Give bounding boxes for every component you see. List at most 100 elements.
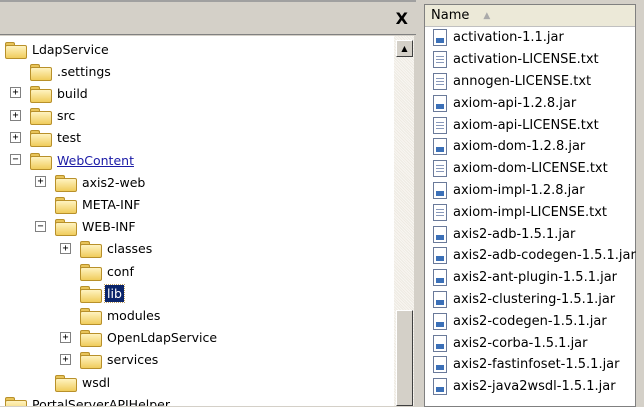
tree-item[interactable]: conf <box>80 260 136 282</box>
tree-item[interactable]: + build <box>10 82 90 104</box>
folder-icon <box>55 174 77 192</box>
expand-icon[interactable]: + <box>60 242 71 254</box>
tree-item-label: classes <box>107 241 153 257</box>
file-name: axiom-api-LICENSE.txt <box>453 117 599 133</box>
file-name: axis2-ant-plugin-1.5.1.jar <box>453 270 618 286</box>
file-name: axis2-adb-codegen-1.5.1.jar <box>453 248 636 264</box>
tree-item[interactable]: wsdl <box>55 371 112 393</box>
jar-file-icon <box>433 378 447 396</box>
close-button[interactable]: X <box>396 9 408 28</box>
file-name: activation-LICENSE.txt <box>453 52 599 68</box>
panel-titlebar: X <box>0 5 416 35</box>
tree-item-label: WEB-INF <box>82 219 136 235</box>
file-item[interactable]: axis2-corba-1.5.1.jar <box>425 332 635 354</box>
text-file-icon <box>433 51 447 69</box>
jar-file-icon <box>433 269 447 287</box>
tree-item[interactable]: modules <box>80 304 162 326</box>
expand-icon[interactable]: + <box>35 176 46 188</box>
file-name: axiom-dom-1.2.8.jar <box>453 139 586 155</box>
vertical-scrollbar[interactable]: ▲ <box>394 36 414 406</box>
tree-item-label: WebContent <box>57 152 134 168</box>
tree-item[interactable]: + src <box>10 105 77 127</box>
tree-item[interactable]: LdapService <box>5 38 111 60</box>
folder-icon <box>80 352 102 370</box>
tree-item[interactable]: .settings <box>30 60 113 82</box>
jar-file-icon <box>433 94 447 112</box>
file-name: annogen-LICENSE.txt <box>453 73 592 89</box>
tree-item[interactable]: META-INF <box>55 193 142 215</box>
file-list-panel: Name ▲ activation-1.1.jar activation-LICE… <box>424 4 636 407</box>
tree-item-label: PortalServerAPIHelper <box>32 396 171 406</box>
jar-file-icon <box>433 138 447 156</box>
tree-item[interactable]: PortalServerAPIHelper <box>5 393 172 406</box>
file-item[interactable]: activation-LICENSE.txt <box>425 49 635 71</box>
file-item[interactable]: axiom-api-LICENSE.txt <box>425 114 635 136</box>
file-item[interactable]: axis2-fastinfoset-1.5.1.jar <box>425 354 635 376</box>
tree-item-label: wsdl <box>82 374 111 390</box>
file-item[interactable]: axis2-ant-plugin-1.5.1.jar <box>425 267 635 289</box>
tree-item[interactable]: lib <box>80 282 125 304</box>
folder-icon <box>55 219 77 237</box>
tree-item-label: services <box>107 352 159 368</box>
jar-file-icon <box>433 334 447 352</box>
tree-item[interactable]: + axis2-web <box>35 171 147 193</box>
tree-item[interactable]: + classes <box>60 238 154 260</box>
scroll-up-button[interactable]: ▲ <box>396 40 413 57</box>
file-list: activation-1.1.jar activation-LICENSE.txt… <box>425 27 636 398</box>
column-header-name[interactable]: Name ▲ <box>425 5 635 27</box>
expand-icon[interactable]: + <box>60 331 71 343</box>
folder-icon <box>80 307 102 325</box>
file-name: axis2-corba-1.5.1.jar <box>453 335 588 351</box>
file-item[interactable]: axiom-dom-LICENSE.txt <box>425 158 635 180</box>
tree-item[interactable]: − WebContent <box>10 149 136 171</box>
jar-file-icon <box>433 225 447 243</box>
column-header-label: Name <box>431 8 470 23</box>
text-file-icon <box>433 72 447 90</box>
expand-icon[interactable]: + <box>10 109 21 121</box>
tree-item-label: modules <box>107 307 161 323</box>
folder-icon <box>80 285 102 303</box>
file-item[interactable]: annogen-LICENSE.txt <box>425 71 635 93</box>
collapse-icon[interactable]: − <box>35 220 46 232</box>
sort-ascending-icon: ▲ <box>483 10 491 21</box>
folder-icon <box>80 330 102 348</box>
tree-item[interactable]: − WEB-INF <box>35 216 138 238</box>
file-item[interactable]: axis2-clustering-1.5.1.jar <box>425 289 635 311</box>
file-name: axis2-clustering-1.5.1.jar <box>453 291 616 307</box>
file-item[interactable]: axis2-adb-codegen-1.5.1.jar <box>425 245 636 267</box>
file-item[interactable]: activation-1.1.jar <box>425 27 635 49</box>
collapse-icon[interactable]: − <box>10 154 21 165</box>
file-item[interactable]: axis2-adb-1.5.1.jar <box>425 223 635 245</box>
folder-icon <box>5 396 27 406</box>
expand-icon[interactable]: + <box>60 353 71 365</box>
tree-item-label: OpenLdapService <box>107 330 218 346</box>
file-name: axis2-fastinfoset-1.5.1.jar <box>453 357 620 373</box>
expand-icon[interactable]: + <box>10 131 21 143</box>
jar-file-icon <box>433 290 447 308</box>
file-name: axis2-java2wsdl-1.5.1.jar <box>453 379 616 395</box>
folder-icon <box>30 130 52 148</box>
file-item[interactable]: axiom-dom-1.2.8.jar <box>425 136 635 158</box>
folder-icon <box>5 41 27 59</box>
jar-file-icon <box>433 356 447 374</box>
tree-item-label: META-INF <box>82 196 141 212</box>
file-item[interactable]: axis2-codegen-1.5.1.jar <box>425 310 635 332</box>
file-item[interactable]: axiom-api-1.2.8.jar <box>425 92 635 114</box>
scrollbar-thumb[interactable] <box>396 310 413 406</box>
tree-item-label: src <box>57 108 76 124</box>
tree-item-label: build <box>57 85 88 101</box>
file-item[interactable]: axiom-impl-LICENSE.txt <box>425 201 635 223</box>
folder-icon <box>30 85 52 103</box>
tree-item[interactable]: + OpenLdapService <box>60 327 219 349</box>
expand-icon[interactable]: + <box>10 87 21 99</box>
tree-item-label: conf <box>107 263 134 279</box>
file-name: axis2-adb-1.5.1.jar <box>453 226 576 242</box>
text-file-icon <box>433 116 447 134</box>
file-name: axiom-impl-LICENSE.txt <box>453 204 607 220</box>
jar-file-icon <box>433 312 447 330</box>
tree-item[interactable]: + test <box>10 127 83 149</box>
file-item[interactable]: axis2-java2wsdl-1.5.1.jar <box>425 376 635 398</box>
file-item[interactable]: axiom-impl-1.2.8.jar <box>425 180 635 202</box>
tree-item[interactable]: + services <box>60 349 160 371</box>
tree-item-label: axis2-web <box>82 174 146 190</box>
